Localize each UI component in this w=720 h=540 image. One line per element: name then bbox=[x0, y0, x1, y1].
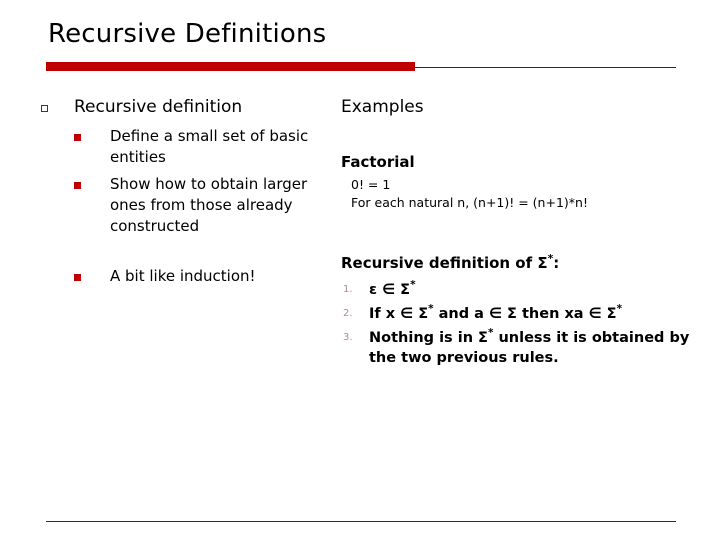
sigma-heading-suffix: : bbox=[553, 254, 560, 272]
filled-square-bullet-icon bbox=[74, 274, 81, 281]
left-content-column: Recursive definition Define a small set … bbox=[38, 96, 338, 287]
rule-part: Nothing is in Σ bbox=[369, 330, 488, 346]
left-sub-bullet-list: Define a small set of basic entities Sho… bbox=[38, 126, 338, 287]
sub-bullet-label: Show how to obtain larger ones from thos… bbox=[110, 175, 308, 235]
list-item: A bit like induction! bbox=[38, 266, 338, 287]
sigma-heading-prefix: Recursive definition of bbox=[341, 254, 538, 272]
filled-square-bullet-icon bbox=[74, 134, 81, 141]
examples-heading: Examples bbox=[341, 97, 424, 117]
list-item: 3. Nothing is in Σ* unless it is obtaine… bbox=[341, 328, 711, 368]
list-item: Define a small set of basic entities bbox=[38, 126, 338, 168]
sigma-star-heading: Recursive definition of Σ*: bbox=[341, 253, 711, 274]
left-column-heading: Recursive definition bbox=[74, 97, 243, 117]
sigma-star-rules-list: 1. ε ∈ Σ* 2. If x ∈ Σ* and a ∈ Σ then xa… bbox=[341, 280, 711, 368]
header-accent-bar bbox=[46, 62, 415, 71]
closing-bullet-label: A bit like induction! bbox=[110, 267, 256, 285]
footer-rule bbox=[46, 521, 676, 522]
rule-part: and a ∈ Σ then xa ∈ Σ bbox=[433, 306, 617, 322]
header-thin-rule bbox=[415, 67, 676, 68]
sub-bullet-label: Define a small set of basic entities bbox=[110, 127, 309, 166]
sigma-star-example-block: Recursive definition of Σ*: 1. ε ∈ Σ* 2.… bbox=[341, 253, 711, 368]
hollow-square-bullet-icon bbox=[41, 105, 48, 112]
factorial-heading: Factorial bbox=[341, 153, 415, 171]
rule-part: If x ∈ Σ bbox=[369, 306, 429, 322]
sigma-heading-symbol: Σ bbox=[537, 254, 548, 272]
list-item: Show how to obtain larger ones from thos… bbox=[38, 174, 338, 237]
filled-square-bullet-icon bbox=[74, 182, 81, 189]
list-item: 2. If x ∈ Σ* and a ∈ Σ then xa ∈ Σ* bbox=[341, 304, 711, 324]
rule-superscript: * bbox=[410, 279, 416, 292]
right-content-column: Examples Factorial 0! = 1 For each natur… bbox=[341, 96, 711, 368]
bullet-recursive-definition: Recursive definition bbox=[38, 96, 338, 120]
factorial-recursive-case: For each natural n, (n+1)! = (n+1)*n! bbox=[351, 195, 588, 210]
factorial-base-case: 0! = 1 bbox=[351, 177, 391, 192]
list-item-number: 2. bbox=[343, 308, 353, 319]
rule-part: ε ∈ Σ bbox=[369, 282, 411, 298]
factorial-example-block: Factorial 0! = 1 For each natural n, (n+… bbox=[341, 152, 711, 212]
page-title: Recursive Definitions bbox=[48, 19, 327, 49]
list-item-number: 3. bbox=[343, 332, 353, 343]
list-item-number: 1. bbox=[343, 284, 353, 295]
header-rule-group bbox=[0, 62, 720, 72]
rule-superscript: * bbox=[616, 303, 623, 316]
list-item: 1. ε ∈ Σ* bbox=[341, 280, 711, 300]
